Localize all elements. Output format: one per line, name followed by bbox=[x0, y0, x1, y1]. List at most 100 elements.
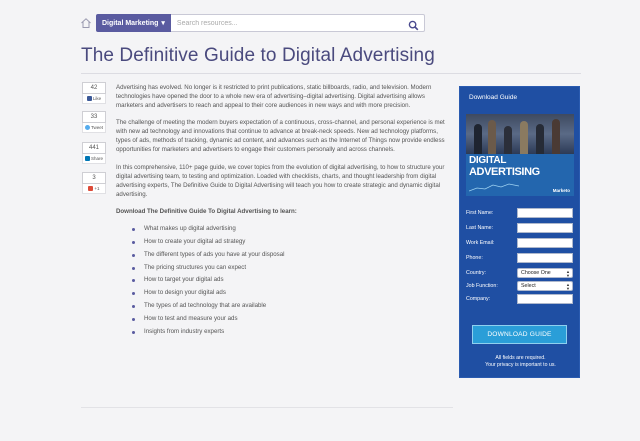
list-item: How to create your digital ad strategy bbox=[116, 236, 451, 249]
company-field[interactable] bbox=[517, 293, 573, 304]
paragraph: In this comprehensive, 110+ page guide, … bbox=[116, 163, 445, 198]
person-figure bbox=[504, 126, 512, 154]
bullet-icon bbox=[132, 266, 135, 270]
bullet-icon bbox=[132, 241, 135, 245]
googleplus-share[interactable]: 3 +1 bbox=[82, 172, 106, 194]
first-name-label: First Name: bbox=[466, 209, 494, 216]
select-arrows-icon: ▲ ▼ bbox=[566, 281, 570, 291]
bottom-divider bbox=[81, 407, 453, 408]
work-email-field[interactable] bbox=[517, 237, 573, 248]
twitter-count: 33 bbox=[82, 111, 106, 123]
facebook-icon bbox=[86, 96, 92, 101]
guide-cover-image: DIGITAL ADVERTISING Marketo bbox=[466, 114, 574, 196]
facebook-share[interactable]: 42 Like bbox=[82, 82, 106, 104]
country-selected-value: Choose One bbox=[521, 269, 551, 276]
linkedin-icon bbox=[84, 156, 90, 161]
job-function-select[interactable]: Select ▲ ▼ bbox=[517, 280, 573, 291]
list-item: How to target your digital ads bbox=[116, 274, 451, 287]
top-bar: Digital Marketing ▾ bbox=[80, 13, 425, 33]
note-privacy: Your privacy is important to us. bbox=[485, 362, 556, 368]
list-item: The pricing structures you can expect bbox=[116, 262, 451, 275]
chevron-down-icon: ▾ bbox=[161, 20, 165, 27]
divider bbox=[81, 73, 581, 74]
googleplus-button[interactable]: +1 bbox=[82, 184, 106, 194]
category-label: Digital Marketing bbox=[102, 19, 159, 27]
list-item-text: The types of ad technology that are avai… bbox=[144, 302, 267, 309]
list-item-text: The different types of ads you have at y… bbox=[144, 250, 285, 258]
privacy-note: All fields are required. Your privacy is… bbox=[460, 355, 581, 369]
bullet-icon bbox=[132, 330, 135, 334]
list-item-text: How to design your digital ads bbox=[144, 289, 226, 297]
person-figure bbox=[474, 124, 482, 154]
last-name-row: Last Name: bbox=[466, 222, 576, 233]
cover-chart-graphic bbox=[469, 183, 519, 192]
last-name-label: Last Name: bbox=[466, 224, 494, 231]
article-body: Advertising has evolved. No longer is it… bbox=[116, 84, 451, 338]
last-name-field[interactable] bbox=[517, 222, 573, 233]
search-box bbox=[170, 14, 425, 32]
bullet-lead: Download The Definitive Guide To Digital… bbox=[116, 208, 297, 216]
phone-label: Phone: bbox=[466, 254, 483, 261]
cover-title-line2: ADVERTISING bbox=[469, 166, 540, 178]
list-item-text: How to test and measure your ads bbox=[144, 314, 238, 322]
search-icon[interactable] bbox=[408, 18, 419, 31]
twitter-icon bbox=[84, 125, 90, 130]
googleplus-label: +1 bbox=[94, 186, 100, 191]
tweet-label: Tweet bbox=[90, 125, 103, 130]
bullet-list: What makes up digital advertising How to… bbox=[116, 223, 451, 338]
list-item: The different types of ads you have at y… bbox=[116, 249, 451, 262]
first-name-row: First Name: bbox=[466, 207, 576, 218]
cover-brand-logo: Marketo bbox=[552, 188, 570, 193]
work-email-label: Work Email: bbox=[466, 239, 495, 246]
country-row: Country: Choose One ▲ ▼ bbox=[466, 267, 576, 278]
search-input[interactable] bbox=[176, 19, 397, 27]
list-item-text: How to target your digital ads bbox=[144, 276, 224, 284]
download-guide-button[interactable]: DOWNLOAD GUIDE bbox=[472, 325, 567, 344]
home-icon[interactable] bbox=[80, 17, 92, 29]
country-select[interactable]: Choose One ▲ ▼ bbox=[517, 267, 573, 278]
company-row: Company: bbox=[466, 293, 576, 304]
company-label: Company: bbox=[466, 295, 491, 302]
download-form-panel: Download Guide DIGITAL ADVERTISING Marke… bbox=[459, 86, 580, 378]
facebook-like-label: Like bbox=[92, 96, 102, 101]
paragraph: Advertising has evolved. No longer is it… bbox=[116, 84, 432, 109]
bullet-icon bbox=[132, 228, 135, 232]
person-figure bbox=[552, 119, 560, 154]
bullet-icon bbox=[132, 279, 135, 283]
linkedin-share[interactable]: 441 Share bbox=[82, 142, 106, 164]
list-item: What makes up digital advertising bbox=[116, 223, 451, 236]
category-dropdown[interactable]: Digital Marketing ▾ bbox=[96, 14, 171, 32]
job-function-label: Job Function: bbox=[466, 282, 498, 289]
person-figure bbox=[488, 120, 496, 154]
person-figure bbox=[520, 121, 528, 154]
list-item: The types of ad technology that are avai… bbox=[116, 300, 451, 313]
page: Digital Marketing ▾ The Definitive Guide… bbox=[0, 0, 640, 441]
phone-row: Phone: bbox=[466, 252, 576, 263]
linkedin-share-button[interactable]: Share bbox=[82, 154, 106, 164]
page-title: The Definitive Guide to Digital Advertis… bbox=[81, 45, 435, 66]
tweet-button[interactable]: Tweet bbox=[82, 123, 106, 133]
list-item: How to test and measure your ads bbox=[116, 313, 451, 326]
work-email-row: Work Email: bbox=[466, 237, 576, 248]
bullet-icon bbox=[132, 292, 135, 296]
first-name-field[interactable] bbox=[517, 207, 573, 218]
googleplus-icon bbox=[88, 186, 94, 191]
country-label: Country: bbox=[466, 269, 487, 276]
cover-photo bbox=[466, 114, 574, 154]
job-function-row: Job Function: Select ▲ ▼ bbox=[466, 280, 576, 291]
linkedin-count: 441 bbox=[82, 142, 106, 154]
person-figure bbox=[536, 124, 544, 154]
list-item-text: Insights from industry experts bbox=[144, 327, 225, 335]
list-item-text: The pricing structures you can expect bbox=[144, 263, 247, 271]
linkedin-share-label: Share bbox=[90, 156, 103, 161]
list-item-text: What makes up digital advertising bbox=[144, 225, 236, 233]
twitter-share[interactable]: 33 Tweet bbox=[82, 111, 106, 133]
note-required: All fields are required. bbox=[495, 355, 546, 361]
phone-field[interactable] bbox=[517, 252, 573, 263]
bullet-icon bbox=[132, 317, 135, 321]
facebook-like-button[interactable]: Like bbox=[82, 94, 106, 104]
bullet-icon bbox=[132, 305, 135, 308]
form-title: Download Guide bbox=[469, 94, 518, 101]
paragraph: The challenge of meeting the modern buye… bbox=[116, 119, 445, 154]
cover-title-line1: DIGITAL bbox=[469, 155, 507, 166]
